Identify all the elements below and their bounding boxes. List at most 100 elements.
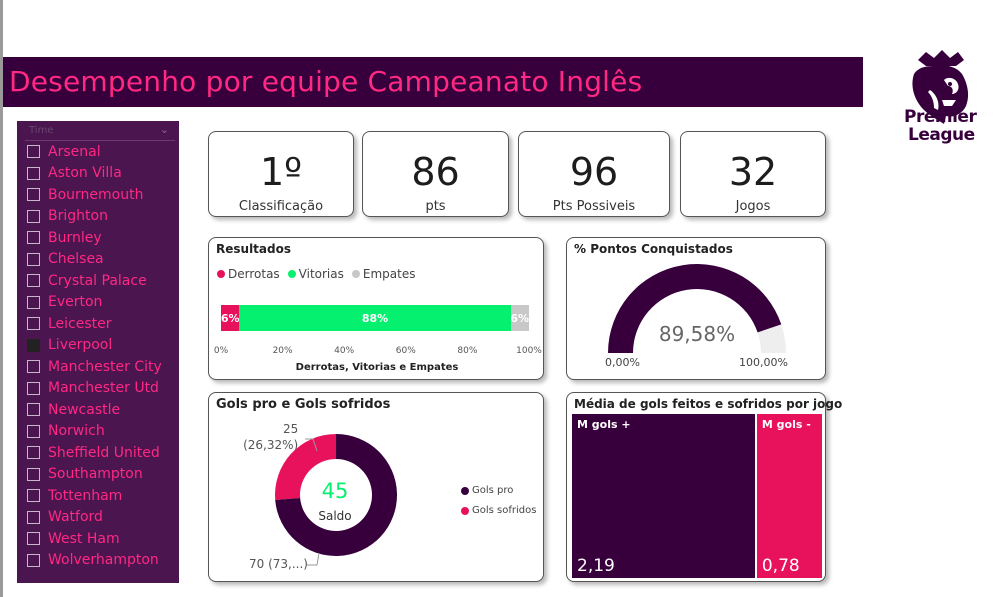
resultados-panel: Resultados Derrotas Vitorias Empates 6% 8… bbox=[208, 237, 544, 380]
checkbox[interactable] bbox=[27, 381, 40, 395]
checkbox[interactable] bbox=[27, 274, 40, 288]
legend-label: Vitorias bbox=[298, 267, 344, 281]
kpi-card-pts-possiveis: 96 Pts Possiveis bbox=[518, 131, 670, 217]
slicer-item-label: Manchester City bbox=[48, 358, 162, 375]
slicer-item-label: Burnley bbox=[48, 229, 102, 246]
kpi-value: 96 bbox=[569, 150, 619, 194]
checkbox[interactable] bbox=[27, 510, 40, 524]
slicer-header[interactable]: Time ⌄ bbox=[25, 123, 175, 141]
legend-dot-gols-pro bbox=[461, 487, 469, 495]
checkbox[interactable] bbox=[27, 467, 40, 481]
slicer-item-label: Bournemouth bbox=[48, 186, 144, 203]
slicer-item[interactable]: Burnley bbox=[27, 227, 177, 249]
slicer-item[interactable]: Chelsea bbox=[27, 249, 177, 271]
donut-label-sofridos-pct: (26,32%) bbox=[243, 438, 299, 452]
treemap-chart[interactable]: M gols + 2,19 M gols - 0,78 bbox=[572, 414, 822, 578]
slicer-item-label: Norwich bbox=[48, 423, 105, 440]
slicer-item[interactable]: West Ham bbox=[27, 528, 177, 550]
kpi-value: 32 bbox=[728, 150, 778, 194]
checkbox[interactable] bbox=[27, 145, 40, 159]
kpi-card-classificacao: 1º Classificação bbox=[208, 131, 354, 217]
x-tick-label: 80% bbox=[457, 346, 478, 356]
x-tick-label: 0% bbox=[213, 346, 229, 356]
legend-item-vitorias[interactable]: Vitorias bbox=[287, 267, 344, 281]
x-tick-label: 40% bbox=[334, 346, 355, 356]
slicer-item-label: Southampton bbox=[48, 466, 143, 483]
kpi-card-pts: 86 pts bbox=[362, 131, 509, 217]
treemap-cell-value: 0,78 bbox=[761, 556, 800, 576]
checkbox[interactable] bbox=[27, 338, 40, 352]
checkbox[interactable] bbox=[27, 295, 40, 309]
bar-segment-derrotas[interactable]: 6% bbox=[221, 305, 240, 331]
treemap-panel: Média de gols feitos e sofridos por jogo… bbox=[566, 392, 842, 582]
slicer-item[interactable]: Newcastle bbox=[27, 399, 177, 421]
checkbox[interactable] bbox=[27, 252, 40, 266]
legend-item-derrotas[interactable]: Derrotas bbox=[217, 267, 280, 281]
checkbox[interactable] bbox=[27, 317, 40, 331]
slicer-item[interactable]: Southampton bbox=[27, 464, 177, 486]
legend-dot-derrotas bbox=[217, 270, 225, 278]
kpi-value: 86 bbox=[411, 150, 460, 194]
gauge-panel: % Pontos Conquistados 89,58% 0,00% 100,0… bbox=[566, 237, 826, 380]
gauge-value: 89,58% bbox=[658, 322, 736, 346]
checkbox[interactable] bbox=[27, 489, 40, 503]
slicer-item[interactable]: Wolverhampton bbox=[27, 550, 177, 572]
checkbox[interactable] bbox=[27, 209, 40, 223]
legend-label: Derrotas bbox=[228, 267, 280, 281]
slicer-item[interactable]: Arsenal bbox=[27, 141, 177, 163]
legend-item-gols-sofridos[interactable]: Gols sofridos bbox=[461, 501, 536, 521]
checkbox[interactable] bbox=[27, 166, 40, 180]
slicer-header-label: Time bbox=[29, 125, 54, 136]
donut-label-sofridos: 25 (26,32%) bbox=[243, 421, 298, 453]
slicer-item[interactable]: Watford bbox=[27, 507, 177, 529]
checkbox[interactable] bbox=[27, 403, 40, 417]
slicer-item-label: Liverpool bbox=[48, 337, 113, 354]
logo-line1: Premier bbox=[904, 107, 977, 127]
checkbox[interactable] bbox=[27, 424, 40, 438]
slicer-item[interactable]: Leicester bbox=[27, 313, 177, 335]
checkbox[interactable] bbox=[27, 532, 40, 546]
kpi-label: Pts Possiveis bbox=[552, 199, 636, 214]
checkbox[interactable] bbox=[27, 360, 40, 374]
slicer-item-label: West Ham bbox=[48, 530, 120, 547]
legend-label: Gols pro bbox=[472, 485, 514, 496]
slicer-item[interactable]: Bournemouth bbox=[27, 184, 177, 206]
x-tick-label: 60% bbox=[395, 346, 416, 356]
checkbox[interactable] bbox=[27, 188, 40, 202]
bar-segment-vitorias[interactable]: 88% bbox=[239, 305, 511, 331]
slicer-item[interactable]: Brighton bbox=[27, 206, 177, 228]
slicer-item[interactable]: Everton bbox=[27, 292, 177, 314]
slicer-item[interactable]: Sheffield United bbox=[27, 442, 177, 464]
donut-center-label: Saldo bbox=[318, 509, 352, 523]
bar-segment-empates[interactable]: 6% bbox=[510, 305, 529, 331]
treemap-cell-m-gols-menos[interactable]: M gols - 0,78 bbox=[756, 414, 822, 578]
logo-line2: League bbox=[908, 125, 975, 145]
legend-dot-gols-sofridos bbox=[461, 507, 469, 515]
slicer-item[interactable]: Aston Villa bbox=[27, 163, 177, 185]
treemap-cell-name: M gols + bbox=[577, 418, 631, 431]
checkbox[interactable] bbox=[27, 446, 40, 460]
legend-item-gols-pro[interactable]: Gols pro bbox=[461, 481, 536, 501]
slicer-item-label: Watford bbox=[48, 509, 103, 526]
checkbox[interactable] bbox=[27, 231, 40, 245]
slicer-item[interactable]: Manchester City bbox=[27, 356, 177, 378]
donut-label-sofridos-value: 25 bbox=[283, 422, 299, 436]
slicer-item[interactable]: Norwich bbox=[27, 421, 177, 443]
x-axis: 0% 20% 40% 60% 80% 100% bbox=[214, 346, 542, 360]
chevron-down-icon[interactable]: ⌄ bbox=[160, 123, 169, 136]
treemap-cell-m-gols-mais[interactable]: M gols + 2,19 bbox=[572, 414, 755, 578]
slicer-item[interactable]: Tottenham bbox=[27, 485, 177, 507]
donut-legend: Gols pro Gols sofridos bbox=[461, 481, 536, 521]
slicer-item[interactable]: Crystal Palace bbox=[27, 270, 177, 292]
kpi-label: Classificação bbox=[238, 199, 324, 214]
stacked-bar[interactable]: 6% 88% 6% bbox=[221, 305, 529, 331]
kpi-label: Jogos bbox=[735, 199, 771, 214]
slicer-item-label: Newcastle bbox=[48, 401, 121, 418]
slicer-item-label: Manchester Utd bbox=[48, 380, 159, 397]
slicer-item[interactable]: Manchester Utd bbox=[27, 378, 177, 400]
slicer-item[interactable]: Liverpool bbox=[27, 335, 177, 357]
slicer-item-label: Arsenal bbox=[48, 143, 101, 160]
legend-item-empates[interactable]: Empates bbox=[351, 267, 415, 281]
checkbox[interactable] bbox=[27, 553, 40, 567]
slicer-item-label: Tottenham bbox=[48, 487, 123, 504]
